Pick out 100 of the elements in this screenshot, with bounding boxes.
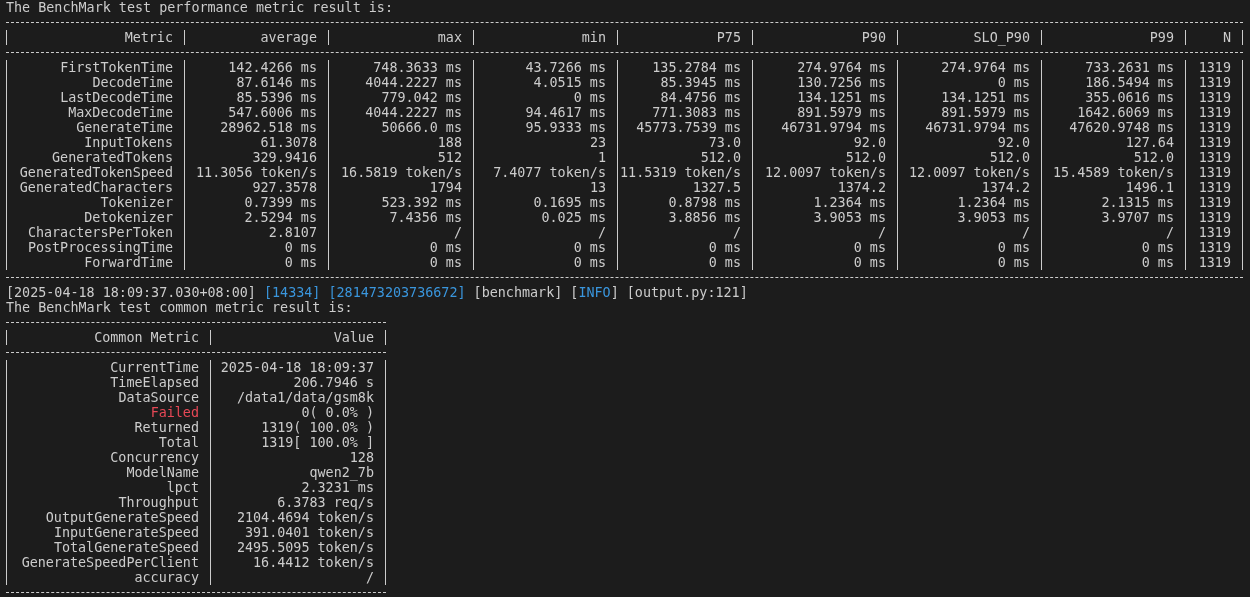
column-header: SLO_P90 xyxy=(973,30,1030,45)
table-cell: 0.8798 ms xyxy=(668,195,741,210)
table-cell: 274.9764 ms xyxy=(797,60,886,75)
metric-name: lpct xyxy=(166,480,199,495)
table-cell: 0 ms xyxy=(997,240,1030,255)
table-cell: 4044.2227 ms xyxy=(365,105,462,120)
table-cell: 391.0401 token/s xyxy=(245,525,374,540)
metric-name: GeneratedCharacters xyxy=(19,180,173,195)
table-cell: 3.8856 ms xyxy=(668,210,741,225)
table-cell: 0 ms xyxy=(573,90,606,105)
table-cell: 47620.9748 ms xyxy=(1069,120,1174,135)
table-cell: 1319[ 100.0% ] xyxy=(261,435,374,450)
table-cell: 0 ms xyxy=(573,240,606,255)
table-cell: / xyxy=(597,225,606,240)
table-cell: 512.0 xyxy=(989,150,1030,165)
table-cell: 4.0515 ms xyxy=(533,75,606,90)
table-cell: 1327.5 xyxy=(692,180,741,195)
table-cell: 891.5979 ms xyxy=(797,105,886,120)
table-cell: 748.3633 ms xyxy=(373,60,462,75)
table-cell: 188 xyxy=(437,135,462,150)
table-cell: 523.392 ms xyxy=(381,195,462,210)
table-cell: 0 ms xyxy=(853,240,886,255)
table-cell: 2025-04-18 18:09:37 xyxy=(220,360,374,375)
metric-name: InputTokens xyxy=(84,135,173,150)
table-cell: 85.5396 ms xyxy=(236,90,317,105)
column-header: P75 xyxy=(716,30,741,45)
table-cell: 2495.5095 token/s xyxy=(236,540,374,555)
table-cell: 130.7256 ms xyxy=(797,75,886,90)
table-cell: 128 xyxy=(349,450,374,465)
table-cell: 0 ms xyxy=(1141,255,1174,270)
table-cell: 1319 xyxy=(1198,195,1231,210)
table-cell: 1 xyxy=(597,150,606,165)
table-cell: 7.4077 token/s xyxy=(493,165,606,180)
table-cell: 4044.2227 ms xyxy=(365,75,462,90)
log-line: [2025-04-18 18:09:37.030+08:00] [14334] [281473203736672] [benchmark] [INFO] [output.py:121] xyxy=(6,285,748,300)
table-cell: 3.9707 ms xyxy=(1101,210,1174,225)
column-header: Value xyxy=(333,330,374,345)
table-cell: 206.7946 s xyxy=(293,375,374,390)
metric-name: Detokenizer xyxy=(84,210,173,225)
table-cell: 2104.4694 token/s xyxy=(236,510,374,525)
table-cell: 1794 xyxy=(429,180,462,195)
table-cell: 0 ms xyxy=(853,255,886,270)
table-cell: / xyxy=(732,225,741,240)
table-cell: 13 xyxy=(589,180,606,195)
table-cell: 274.9764 ms xyxy=(941,60,1030,75)
table-cell: 733.2631 ms xyxy=(1085,60,1174,75)
metric-name: DataSource xyxy=(118,390,199,405)
table-cell: 1319 xyxy=(1198,165,1231,180)
table-cell: 0 ms xyxy=(429,240,462,255)
table-cell: / xyxy=(1165,225,1174,240)
table-cell: 3.9053 ms xyxy=(957,210,1030,225)
metric-name: TimeElapsed xyxy=(110,375,199,390)
table-cell: 1319 xyxy=(1198,240,1231,255)
table-cell: 92.0 xyxy=(853,135,886,150)
table-cell: / xyxy=(365,570,374,585)
table-cell: 0 ms xyxy=(708,255,741,270)
metric-name: GeneratedTokenSpeed xyxy=(19,165,173,180)
table-cell: 28962.518 ms xyxy=(220,120,317,135)
table-cell: 61.3078 xyxy=(260,135,317,150)
metric-name: GeneratedTokens xyxy=(52,150,173,165)
metric-name: Returned xyxy=(134,420,199,435)
table-cell: 1319 xyxy=(1198,75,1231,90)
table-cell: 1.2364 ms xyxy=(813,195,886,210)
table-cell: 1.2364 ms xyxy=(957,195,1030,210)
metric-name: FirstTokenTime xyxy=(60,60,173,75)
table-cell: 512.0 xyxy=(1133,150,1174,165)
table-cell: 0.1695 ms xyxy=(533,195,606,210)
column-header: N xyxy=(1222,30,1231,45)
metric-name: Throughput xyxy=(118,495,199,510)
table-cell: 135.2784 ms xyxy=(652,60,741,75)
table-cell: 1319 xyxy=(1198,90,1231,105)
table-cell: 0 ms xyxy=(1141,240,1174,255)
table-cell: 1319 xyxy=(1198,120,1231,135)
table-cell: 2.5294 ms xyxy=(244,210,317,225)
table-cell: 0 ms xyxy=(997,75,1030,90)
table-cell: 0.7399 ms xyxy=(244,195,317,210)
table-cell: 11.5319 token/s xyxy=(620,165,741,180)
table-cell: 12.0097 token/s xyxy=(765,165,886,180)
metric-name: GenerateTime xyxy=(76,120,173,135)
table-cell: 1319 xyxy=(1198,255,1231,270)
metric-name: accuracy xyxy=(134,570,199,585)
table-cell: 23 xyxy=(589,135,606,150)
table-cell: 1374.2 xyxy=(981,180,1030,195)
table-cell: 1319 xyxy=(1198,225,1231,240)
table-cell: 0 ms xyxy=(429,255,462,270)
table-cell: 0 ms xyxy=(284,240,317,255)
table-cell: 73.0 xyxy=(708,135,741,150)
metric-name: CurrentTime xyxy=(110,360,199,375)
table-cell: 0.025 ms xyxy=(541,210,606,225)
column-header: Metric xyxy=(124,30,173,45)
table-cell: 43.7266 ms xyxy=(525,60,606,75)
table-cell: 2.1315 ms xyxy=(1101,195,1174,210)
metric-name: LastDecodeTime xyxy=(60,90,173,105)
table-cell: 3.9053 ms xyxy=(813,210,886,225)
column-header: Common Metric xyxy=(94,330,199,345)
table-cell: qwen2_7b xyxy=(309,465,374,480)
table-cell: 84.4756 ms xyxy=(660,90,741,105)
table-cell: 11.3056 token/s xyxy=(196,165,317,180)
table-cell: 50666.0 ms xyxy=(381,120,462,135)
metric-name: ForwardTime xyxy=(84,255,173,270)
